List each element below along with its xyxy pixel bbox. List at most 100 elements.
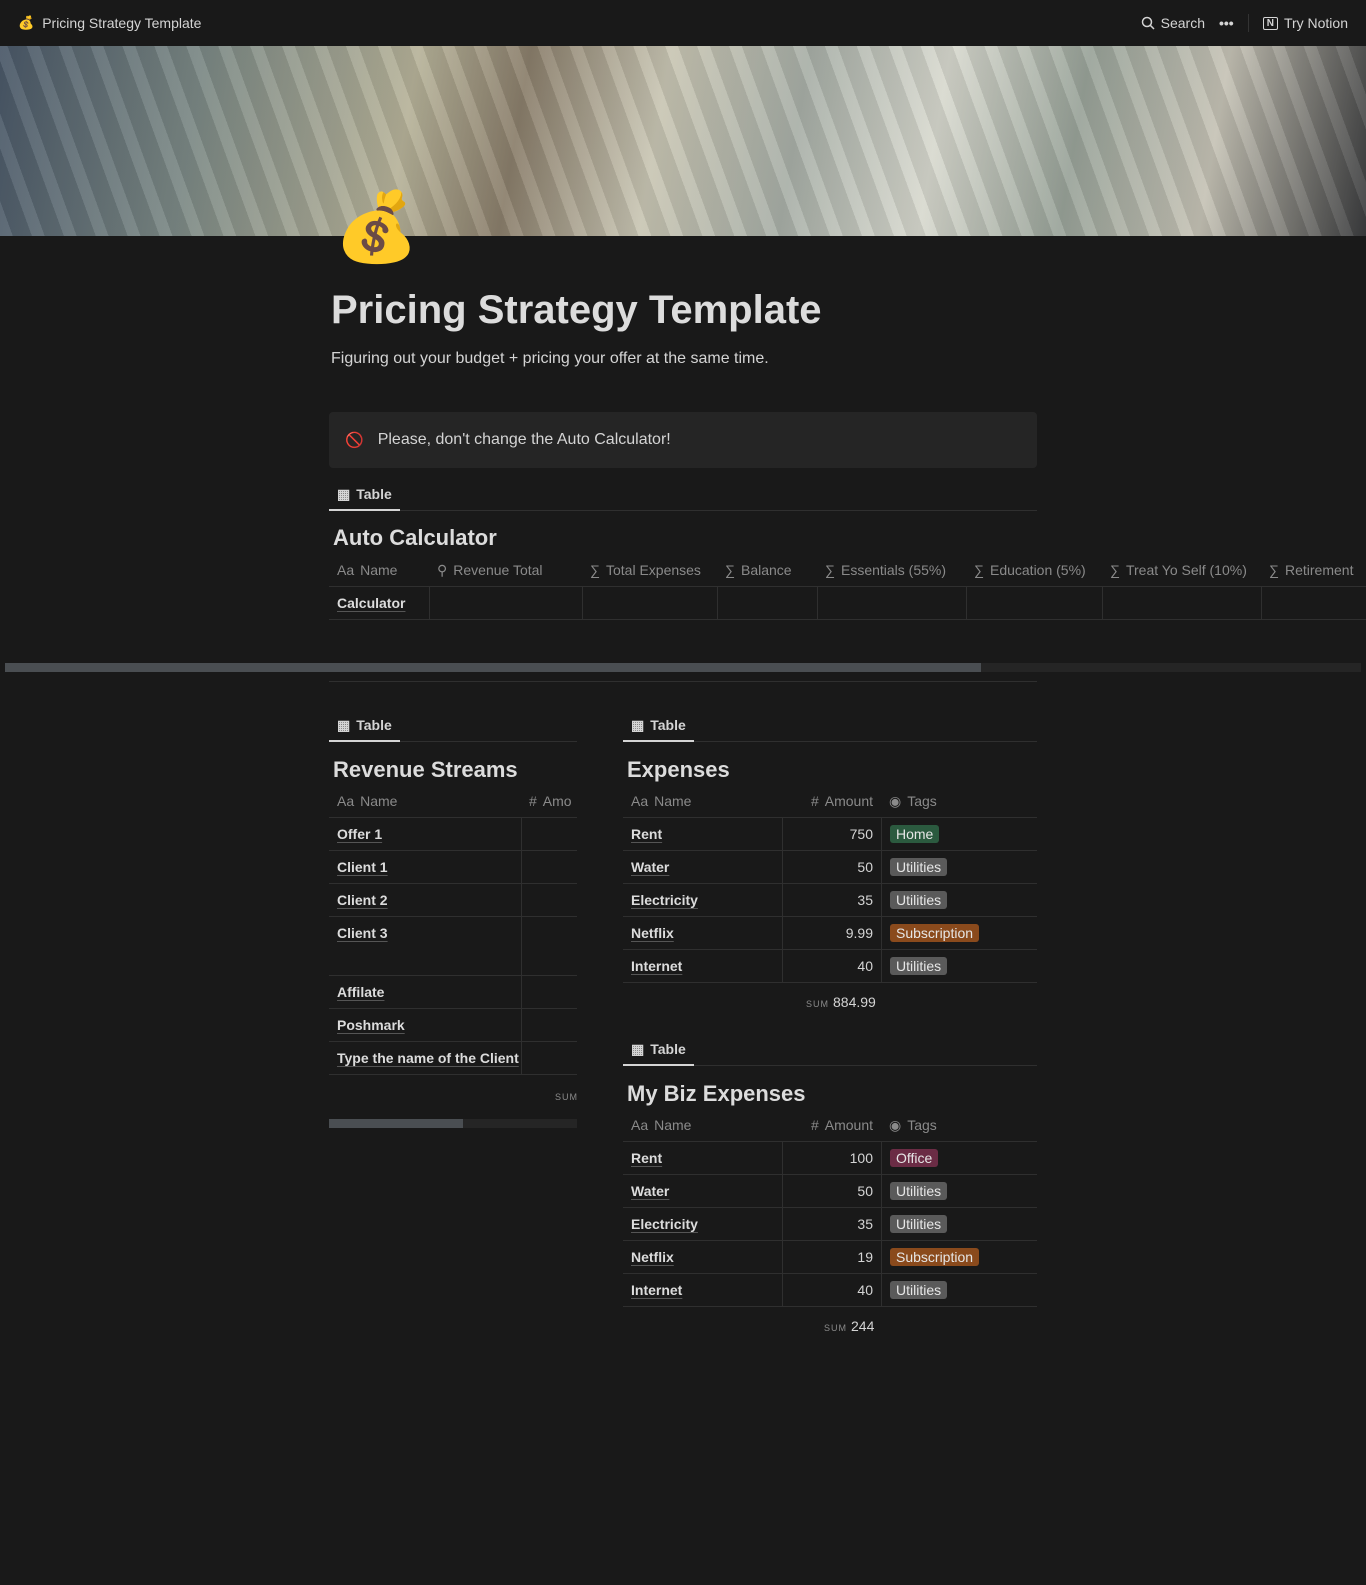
tags-cell[interactable]: Utilities (881, 1208, 1037, 1240)
cell[interactable] (521, 917, 577, 976)
column-header[interactable]: ◉ Tags (881, 1109, 1037, 1141)
try-notion-button[interactable]: N Try Notion (1262, 15, 1348, 31)
cell[interactable] (521, 976, 577, 1008)
revenue-streams-title[interactable]: Revenue Streams (333, 757, 518, 783)
row-name[interactable]: Water (631, 859, 669, 875)
amount-cell[interactable]: 9.99 (782, 917, 881, 949)
page-icon[interactable]: 💰 (334, 193, 419, 261)
row-name[interactable]: Electricity (631, 892, 698, 908)
tags-cell[interactable]: Subscription (881, 917, 1037, 949)
amount-cell[interactable]: 50 (782, 851, 881, 883)
row-name[interactable]: Internet (631, 1282, 682, 1298)
column-header[interactable]: ∑ Essentials (55%) (817, 554, 966, 586)
more-button[interactable]: ••• (1219, 15, 1234, 31)
cell[interactable] (717, 587, 817, 619)
cell[interactable] (521, 1042, 577, 1074)
cell[interactable] (521, 818, 577, 850)
column-header[interactable]: ⚲ Revenue Total (429, 554, 582, 586)
cell[interactable] (817, 587, 966, 619)
amount-cell[interactable]: 40 (782, 1274, 881, 1306)
column-header[interactable]: Aa Name (623, 785, 782, 817)
row-name[interactable]: Client 1 (337, 859, 388, 875)
cell[interactable] (1102, 587, 1261, 619)
column-header[interactable]: ∑ Education (5%) (966, 554, 1102, 586)
biz-sum[interactable]: SUM 244 (824, 1318, 874, 1334)
cell[interactable] (1261, 587, 1366, 619)
auto-calculator-title[interactable]: Auto Calculator (333, 525, 497, 551)
tags-cell[interactable]: Utilities (881, 1175, 1037, 1207)
table-row[interactable]: Type the name of the Client (329, 1042, 577, 1075)
tab-table[interactable]: ▦ Table (329, 710, 400, 742)
page-title[interactable]: Pricing Strategy Template (331, 288, 822, 333)
table-row[interactable]: Internet 40 Utilities (623, 1274, 1037, 1307)
table-row[interactable]: Water 50 Utilities (623, 1175, 1037, 1208)
column-header[interactable]: ∑ Treat Yo Self (10%) (1102, 554, 1261, 586)
search-button[interactable]: Search (1141, 15, 1205, 31)
cell[interactable] (521, 884, 577, 916)
row-name[interactable]: Water (631, 1183, 669, 1199)
cell[interactable] (521, 1009, 577, 1041)
amount-cell[interactable]: 50 (782, 1175, 881, 1207)
tags-cell[interactable]: Utilities (881, 851, 1037, 883)
row-name[interactable]: Client 2 (337, 892, 388, 908)
tags-cell[interactable]: Office (881, 1142, 1037, 1174)
tags-cell[interactable]: Home (881, 818, 1037, 850)
table-row[interactable]: Rent 750 Home (623, 818, 1037, 851)
row-name[interactable]: Electricity (631, 1216, 698, 1232)
column-header[interactable]: ◉ Tags (881, 785, 1037, 817)
page-subtitle[interactable]: Figuring out your budget + pricing your … (331, 350, 769, 368)
table-row[interactable]: Netflix 9.99 Subscription (623, 917, 1037, 950)
tab-table[interactable]: ▦ Table (623, 710, 694, 742)
amount-cell[interactable]: 750 (782, 818, 881, 850)
row-name[interactable]: Netflix (631, 1249, 674, 1265)
tags-cell[interactable]: Utilities (881, 1274, 1037, 1306)
expenses-sum[interactable]: SUM 884.99 (806, 994, 876, 1010)
amount-cell[interactable]: 100 (782, 1142, 881, 1174)
table-row[interactable]: Calculator (329, 587, 1366, 620)
column-header[interactable]: # Amo (521, 785, 577, 817)
tags-cell[interactable]: Utilities (881, 950, 1037, 982)
column-header[interactable]: # Amount (782, 1109, 881, 1141)
cell[interactable] (966, 587, 1102, 619)
table-row[interactable]: Electricity 35 Utilities (623, 884, 1037, 917)
horizontal-scrollbar[interactable] (5, 663, 1361, 672)
horizontal-scrollbar[interactable] (329, 1119, 577, 1128)
breadcrumb-title[interactable]: Pricing Strategy Template (42, 15, 201, 31)
column-header[interactable]: ∑ Total Expenses (582, 554, 717, 586)
row-name[interactable]: Rent (631, 826, 662, 842)
table-row[interactable]: Client 1 (329, 851, 577, 884)
tags-cell[interactable]: Utilities (881, 884, 1037, 916)
column-header[interactable]: # Amount (782, 785, 881, 817)
callout-text[interactable]: Please, don't change the Auto Calculator… (378, 431, 671, 449)
revenue-sum[interactable]: SUM (555, 1087, 582, 1103)
amount-cell[interactable]: 35 (782, 1208, 881, 1240)
amount-cell[interactable]: 19 (782, 1241, 881, 1273)
table-row[interactable]: Client 3 (329, 917, 577, 976)
column-header[interactable]: ∑ Balance (717, 554, 817, 586)
row-name[interactable]: Client 3 (337, 925, 388, 941)
cell[interactable] (429, 587, 582, 619)
tab-table[interactable]: ▦ Table (623, 1034, 694, 1066)
table-row[interactable]: Client 2 (329, 884, 577, 917)
row-name[interactable]: Offer 1 (337, 826, 382, 842)
row-name[interactable]: Calculator (337, 595, 405, 611)
cell[interactable] (521, 851, 577, 883)
cell[interactable] (582, 587, 717, 619)
breadcrumb[interactable]: 💰 Pricing Strategy Template (18, 15, 201, 31)
table-row[interactable]: Netflix 19 Subscription (623, 1241, 1037, 1274)
table-row[interactable]: Rent 100 Office (623, 1142, 1037, 1175)
column-header[interactable]: Aa Name (329, 785, 521, 817)
table-row[interactable]: Affilate (329, 976, 577, 1009)
amount-cell[interactable]: 40 (782, 950, 881, 982)
biz-expenses-title[interactable]: My Biz Expenses (627, 1081, 806, 1107)
column-header[interactable]: Aa Name (623, 1109, 782, 1141)
table-row[interactable]: Internet 40 Utilities (623, 950, 1037, 983)
row-name[interactable]: Poshmark (337, 1017, 405, 1033)
table-row[interactable]: Water 50 Utilities (623, 851, 1037, 884)
row-name[interactable]: Internet (631, 958, 682, 974)
tab-table[interactable]: ▦ Table (329, 479, 400, 511)
column-header[interactable]: ∑ Retirement (1261, 554, 1366, 586)
amount-cell[interactable]: 35 (782, 884, 881, 916)
table-row[interactable]: Offer 1 (329, 818, 577, 851)
row-name[interactable]: Rent (631, 1150, 662, 1166)
